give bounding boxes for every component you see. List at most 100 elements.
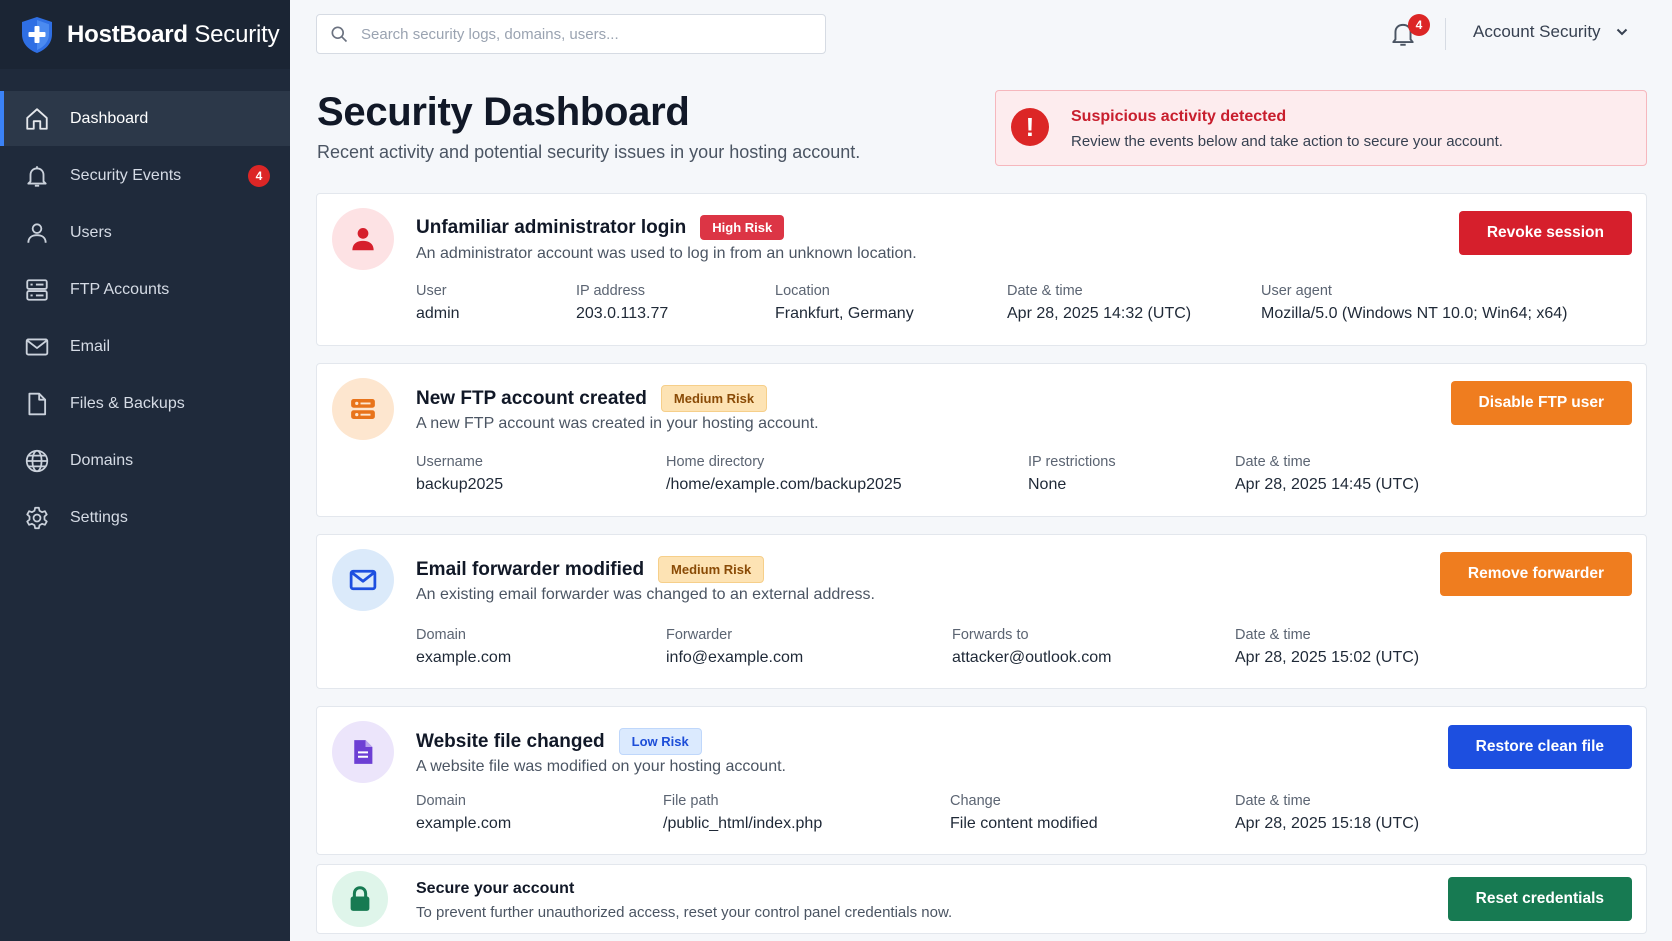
field-label: User agent [1261,283,1332,299]
notifications-button[interactable]: 4 [1390,14,1430,50]
event-icon-wrapper [332,721,394,783]
risk-badge: High Risk [700,215,785,240]
field-domain: Domain example.com [416,793,511,833]
field-value: backup2025 [416,476,504,493]
user-icon [27,222,47,243]
remove-forwarder-button[interactable]: Remove forwarder [1439,552,1632,596]
suspicious-activity-alert: ! Suspicious activity detected Review th… [995,90,1647,166]
lock-icon [350,886,370,911]
field-value: Apr 28, 2025 14:32 (UTC) [1007,305,1192,322]
event-title-text: Website file changed [416,730,605,752]
field-label: Forwarder [666,627,733,643]
event-description: A new FTP account was created in your ho… [416,415,819,432]
event-description: An administrator account was used to log… [416,245,917,262]
sidebar-item-settings[interactable]: Settings [0,490,290,545]
alert-title: Suspicious activity detected [1071,108,1287,125]
event-title-text: New FTP account created [416,387,647,409]
field-value: example.com [416,815,512,832]
account-menu-label: Account Security [1473,22,1601,41]
sidebar-item-label: Files & Backups [70,394,185,412]
disable-ftp-user-button[interactable]: Disable FTP user [1450,381,1632,425]
sidebar-item-security-events[interactable]: Security Events 4 [0,148,290,203]
sidebar-nav: Dashboard Security Events 4 Users FTP Ac… [0,91,290,545]
event-description: A website file was modified on your host… [416,758,786,775]
field-value: admin [416,305,460,322]
field-label: Domain [416,627,466,643]
sidebar-item-domains[interactable]: Domains [0,433,290,488]
event-title-text: Unfamiliar administrator login [416,216,687,238]
alert-text: Review the events below and take action … [1071,133,1503,150]
field-label: Domain [416,793,466,809]
search-input[interactable] [361,25,801,43]
risk-badge: Medium Risk [658,556,765,583]
gear-icon [26,506,48,529]
sidebar-item-label: Users [70,223,112,241]
field-home-directory: Home directory /home/example.com/backup2… [666,454,902,494]
home-icon [26,107,48,130]
field-label: Date & time [1235,793,1311,809]
brand[interactable]: HostBoard Security [0,0,290,69]
sidebar-item-files-backups[interactable]: Files & Backups [0,376,290,431]
field-label: Date & time [1235,627,1311,643]
field-username: Username backup2025 [416,454,503,494]
field-date-time: Date & time Apr 28, 2025 14:32 (UTC) [1007,283,1191,323]
search-box[interactable] [316,14,826,54]
restore-clean-file-button[interactable]: Restore clean file [1447,725,1632,769]
event-card-admin-login: Unfamiliar administrator login High Risk… [316,193,1647,346]
field-label: IP restrictions [1028,454,1116,470]
sidebar-item-dashboard[interactable]: Dashboard [0,91,290,146]
field-forwarder: Forwarder info@example.com [666,627,803,667]
sidebar-item-label: Settings [70,508,128,526]
field-location: Location Frankfurt, Germany [775,283,914,323]
event-title-text: Email forwarder modified [416,558,645,580]
account-menu[interactable]: Account Security [1473,22,1629,42]
field-value: Apr 28, 2025 14:45 (UTC) [1235,476,1420,493]
field-value: 203.0.113.77 [576,305,669,322]
topbar-divider [1445,18,1446,50]
field-label: Date & time [1235,454,1311,470]
sidebar-item-label: FTP Accounts [70,280,170,298]
field-user: User admin [416,283,460,323]
field-label: Home directory [666,454,765,470]
server-icon [26,278,48,301]
security-events-count-badge: 4 [248,164,270,187]
page-subtitle: Recent activity and potential security i… [317,142,861,162]
field-date-time: Date & time Apr 28, 2025 14:45 (UTC) [1235,454,1419,494]
topbar: 4 Account Security [290,0,1672,69]
secure-account-text: To prevent further unauthorized access, … [416,904,953,921]
field-forwards-to: Forwards to attacker@outlook.com [952,627,1111,667]
shield-logo-icon [22,16,52,53]
field-value: Apr 28, 2025 15:18 (UTC) [1235,815,1420,832]
revoke-session-button[interactable]: Revoke session [1458,211,1632,255]
server-icon [351,399,375,419]
field-value: Mozilla/5.0 (Windows NT 10.0; Win64; x64… [1261,305,1568,322]
field-label: Location [775,283,830,299]
notification-count-badge: 4 [1408,14,1430,36]
field-value: info@example.com [666,649,804,666]
field-change: Change File content modified [950,793,1098,833]
risk-badge: Low Risk [618,728,702,755]
field-file-path: File path /public_html/index.php [663,793,822,833]
sidebar-item-users[interactable]: Users [0,205,290,260]
event-icon-wrapper [332,208,394,270]
field-label: Username [416,454,483,470]
field-date-time: Date & time Apr 28, 2025 15:18 (UTC) [1235,793,1419,833]
sidebar-item-ftp-accounts[interactable]: FTP Accounts [0,262,290,317]
field-label: Forwards to [952,627,1029,643]
field-label: Date & time [1007,283,1083,299]
alert-exclamation-icon: ! [1011,108,1049,146]
sidebar-item-email[interactable]: Email [0,319,290,374]
event-title: New FTP account created Medium Risk [416,385,768,412]
sidebar-item-label: Dashboard [70,109,149,127]
event-icon-wrapper [332,549,394,611]
event-card-website-file: Website file changed Low Risk A website … [316,706,1647,855]
sidebar: HostBoard Security Dashboard Security Ev… [0,0,290,941]
event-card-ftp-account: New FTP account created Medium Risk A ne… [316,363,1647,517]
event-card-email-forwarder: Email forwarder modified Medium Risk An … [316,534,1647,689]
reset-credentials-button[interactable]: Reset credentials [1447,877,1632,921]
field-value: example.com [416,649,512,666]
field-domain: Domain example.com [416,627,511,667]
field-value: File content modified [950,815,1098,832]
page-title: Security Dashboard [317,90,690,134]
field-label: IP address [576,283,646,299]
